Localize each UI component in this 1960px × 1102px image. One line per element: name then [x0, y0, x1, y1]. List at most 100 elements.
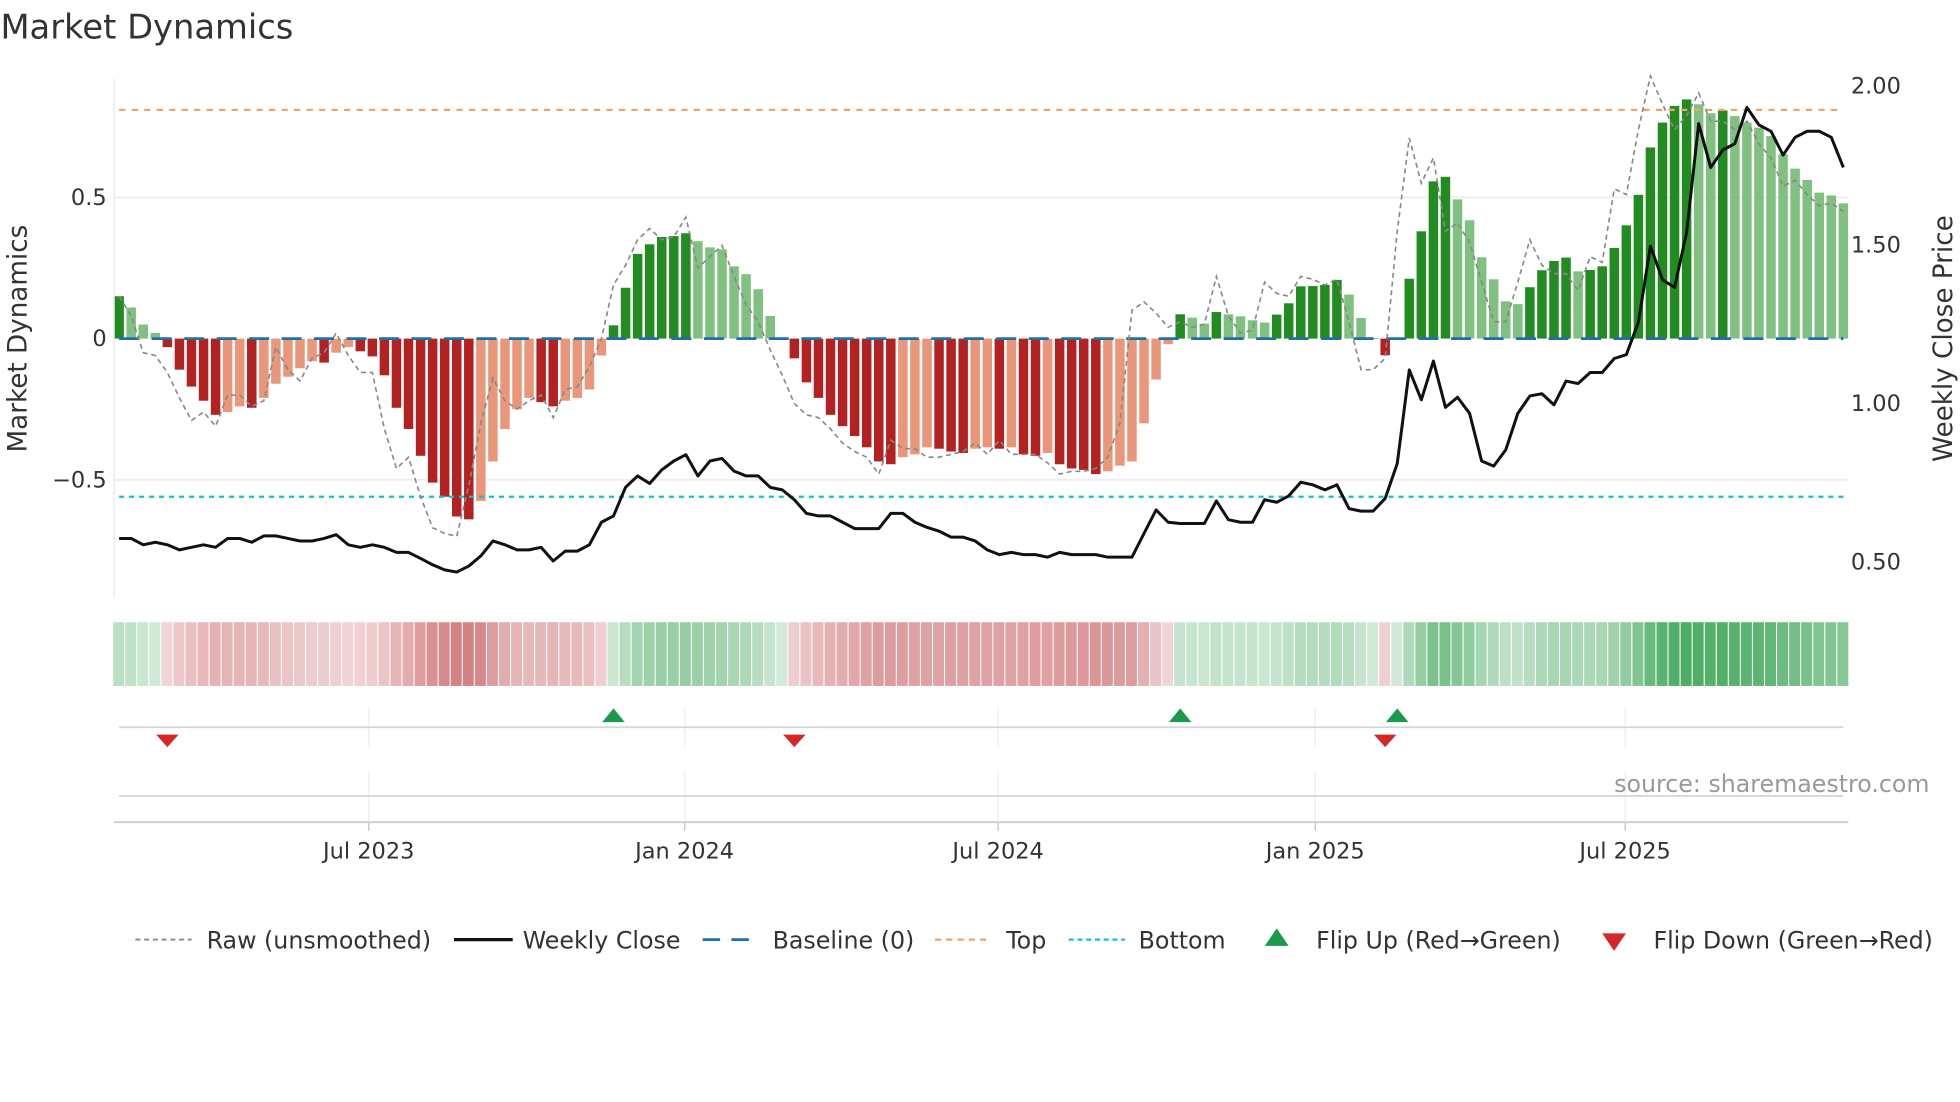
strip-cell	[1391, 622, 1403, 686]
y-axis-label-right: Weekly Close Price	[1929, 215, 1959, 462]
y-tick-label: 0.5	[71, 185, 107, 211]
flip-up-marker	[1385, 708, 1409, 723]
strip-cell	[595, 622, 607, 686]
bar	[536, 338, 546, 403]
strip-cell	[1680, 622, 1692, 686]
x-axis: Jul 2023 Jan 2024 Jul 2024 Jan 2025 Jul 2025	[114, 821, 1849, 864]
bar	[886, 338, 896, 465]
strip-cell	[1198, 622, 1210, 686]
strip-cell	[1704, 622, 1716, 686]
strip-cell	[1463, 622, 1475, 686]
bar	[910, 338, 920, 455]
y-tick-label: 0	[92, 326, 106, 352]
reference-lines	[119, 108, 1844, 498]
strip-cell	[1777, 622, 1789, 686]
strip-cell	[1294, 622, 1306, 686]
strip-cell	[848, 622, 860, 686]
strip-cell	[1789, 622, 1801, 686]
strip-cell	[1656, 622, 1668, 686]
bar	[1742, 122, 1752, 339]
legend-flip-down-icon	[1602, 933, 1626, 951]
bar	[1211, 312, 1222, 339]
strip-cell	[1005, 622, 1017, 686]
strip-cell	[993, 622, 1005, 686]
strip-cell	[294, 622, 306, 686]
strip-cell	[1596, 622, 1608, 686]
bar	[656, 236, 667, 339]
bar	[1826, 195, 1837, 339]
bar	[1030, 338, 1041, 456]
bar	[572, 338, 583, 398]
bar	[1657, 122, 1668, 339]
bar	[1078, 338, 1089, 470]
strip-cell	[342, 622, 354, 686]
strip-cell	[1330, 622, 1342, 686]
strip-cell	[233, 622, 245, 686]
bar	[849, 338, 860, 437]
strip-cell	[920, 622, 932, 686]
strip-cell	[149, 622, 161, 686]
bar	[1585, 269, 1595, 339]
bar	[524, 338, 534, 398]
strip-cell	[1174, 622, 1186, 686]
bar	[982, 338, 993, 448]
strip-cell	[728, 622, 740, 686]
strip-cell	[426, 622, 438, 686]
bar	[608, 325, 619, 339]
strip-cell	[269, 622, 281, 686]
x-tick-label: Jul 2024	[950, 838, 1043, 864]
bar	[1091, 338, 1101, 475]
strip-cell	[378, 622, 390, 686]
bar	[681, 233, 691, 339]
strip-cell	[523, 622, 535, 686]
bar	[476, 338, 486, 501]
bar	[1802, 179, 1812, 339]
strip-cell	[1499, 622, 1511, 686]
bar	[705, 247, 715, 339]
strip-cell	[1825, 622, 1837, 686]
bar	[874, 338, 884, 462]
bar	[391, 338, 402, 408]
strip-cell	[1258, 622, 1270, 686]
bar	[1621, 225, 1632, 339]
flip-panel	[119, 707, 1844, 823]
bar	[331, 338, 341, 353]
bar	[488, 338, 498, 462]
bar	[210, 338, 221, 415]
strip-cell	[330, 622, 342, 686]
y-right-tick-label: 1.50	[1851, 232, 1901, 258]
strip-cell	[1427, 622, 1439, 686]
strip-cell	[800, 622, 812, 686]
strip-cell	[1101, 622, 1113, 686]
bar	[1718, 110, 1728, 339]
x-tick-label: Jul 2023	[321, 838, 414, 864]
bar	[1525, 287, 1535, 339]
bar	[620, 287, 631, 339]
y-right-tick-label: 2.00	[1851, 74, 1901, 100]
bar	[1223, 314, 1234, 339]
strip-cell	[1608, 622, 1620, 686]
strip-cell	[1343, 622, 1354, 686]
strip-cell	[185, 622, 197, 686]
strip-cell	[547, 622, 559, 686]
bar	[1597, 266, 1607, 339]
bar	[765, 316, 775, 339]
bar	[669, 236, 679, 339]
strip-cell	[788, 622, 800, 686]
strip-cell	[1572, 622, 1584, 686]
strip-cell	[245, 622, 257, 686]
bar	[1537, 270, 1547, 339]
strip-cell	[462, 622, 474, 686]
strip-cell	[945, 622, 957, 686]
strip-cell	[1837, 622, 1849, 686]
strip-cell	[1728, 622, 1740, 686]
bar	[741, 274, 751, 339]
bar	[355, 338, 366, 352]
strip-cell	[450, 622, 462, 686]
flip-up-marker	[602, 708, 625, 723]
strip-cell	[752, 622, 764, 686]
bar	[222, 338, 233, 413]
flip-down-marker	[1373, 734, 1397, 748]
strip-cell	[1162, 622, 1174, 686]
strip-cell	[703, 622, 715, 686]
